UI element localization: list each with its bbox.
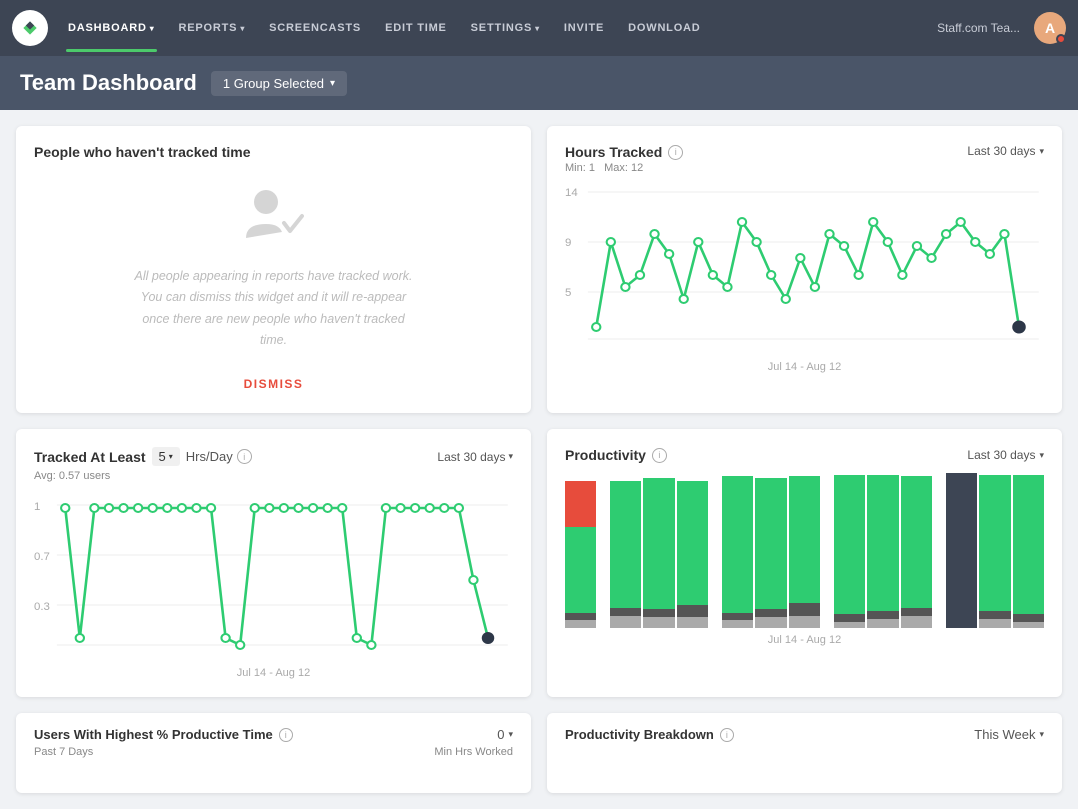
chevron-down-icon: ▾	[1039, 450, 1044, 461]
productivity-chart	[565, 473, 1044, 628]
nav-item-download[interactable]: DOWNLOAD	[618, 16, 710, 40]
people-card: People who haven't tracked time All peop…	[16, 126, 531, 413]
nav-org-name[interactable]: Staff.com Tea...	[927, 21, 1030, 35]
avatar-online-dot	[1056, 34, 1066, 44]
chevron-down-icon: ▾	[150, 24, 155, 33]
nav-item-invite[interactable]: INVITE	[554, 16, 614, 40]
breakdown-period: This Week	[974, 727, 1035, 742]
chevron-down-icon: ▾	[508, 729, 513, 740]
hours-chart: 14 9 5	[565, 184, 1044, 373]
productivity-date-range: Jul 14 - Aug 12	[565, 634, 1044, 646]
chevron-down-icon: ▾	[1039, 729, 1044, 740]
productivity-title: Productivity	[565, 447, 646, 463]
chevron-down-icon: ▾	[535, 24, 540, 33]
nav-item-edittime[interactable]: EDIT TIME	[375, 16, 457, 40]
productivity-breakdown-card: Productivity Breakdown i This Week ▾	[547, 713, 1062, 793]
dashboard-grid: People who haven't tracked time All peop…	[0, 110, 1078, 809]
info-icon-breakdown[interactable]: i	[720, 728, 734, 742]
hours-tracked-card: Hours Tracked i Last 30 days ▾ Min: 1 Ma…	[547, 126, 1062, 413]
svg-text:1: 1	[34, 501, 40, 513]
hours-date-range: Jul 14 - Aug 12	[565, 361, 1044, 373]
info-icon-users[interactable]: i	[279, 728, 293, 742]
tracked-date-range: Jul 14 - Aug 12	[34, 667, 513, 679]
chevron-down-icon: ▾	[1039, 146, 1044, 157]
svg-text:9: 9	[565, 237, 571, 249]
hours-range: Min: 1 Max: 12	[565, 162, 1044, 174]
hours-period-selector[interactable]: Last 30 days ▾	[967, 144, 1044, 158]
tracked-card: Tracked At Least 5 ▾ Hrs/Day i Last 30 d…	[16, 429, 531, 697]
nav-item-screencasts[interactable]: SCREENCASTS	[259, 16, 371, 40]
group-selector[interactable]: 1 Group Selected ▾	[211, 71, 347, 96]
nav-item-settings[interactable]: SETTINGS ▾	[461, 16, 550, 40]
tracked-unit: Hrs/Day	[186, 449, 233, 464]
tracked-value-selector[interactable]: 5 ▾	[152, 447, 180, 466]
users-productive-card: Users With Highest % Productive Time i 0…	[16, 713, 531, 793]
users-productive-title: Users With Highest % Productive Time	[34, 727, 273, 742]
tracked-title: Tracked At Least	[34, 449, 146, 465]
page-header: Team Dashboard 1 Group Selected ▾	[0, 56, 1078, 110]
svg-text:0.3: 0.3	[34, 601, 50, 613]
tracked-chart-svg: 1 0.7 0.3	[34, 490, 513, 660]
chevron-down-icon: ▾	[508, 451, 513, 462]
tracked-period: Last 30 days	[437, 450, 505, 464]
svg-text:0.7: 0.7	[34, 551, 50, 563]
min-hrs-label: Min Hrs Worked	[434, 746, 513, 758]
productivity-period-selector[interactable]: Last 30 days ▾	[967, 448, 1044, 462]
svg-text:14: 14	[565, 187, 578, 199]
info-icon-prod[interactable]: i	[652, 448, 667, 463]
users-productive-count: 0	[497, 727, 504, 742]
tracked-chart: 1 0.7 0.3	[34, 490, 513, 679]
people-card-title: People who haven't tracked time	[34, 144, 513, 160]
info-icon-tracked[interactable]: i	[237, 449, 252, 464]
hours-chart-svg: 14 9 5	[565, 184, 1044, 354]
productivity-card: Productivity i Last 30 days ▾	[547, 429, 1062, 697]
info-icon[interactable]: i	[668, 145, 683, 160]
page-title: Team Dashboard	[20, 70, 197, 96]
nav-logo[interactable]	[12, 10, 48, 46]
logo-icon	[20, 18, 40, 38]
dismiss-button[interactable]: DISMISS	[236, 373, 312, 395]
productivity-breakdown-title: Productivity Breakdown	[565, 727, 714, 742]
person-check-icon	[244, 188, 304, 248]
tracked-avg: Avg: 0.57 users	[34, 470, 513, 482]
users-productive-subtitle: Past 7 Days	[34, 746, 93, 758]
top-nav: DASHBOARD ▾ REPORTS ▾ SCREENCASTS EDIT T…	[0, 0, 1078, 56]
chevron-down-icon: ▾	[169, 452, 173, 461]
nav-item-dashboard[interactable]: DASHBOARD ▾	[58, 16, 165, 40]
svg-text:5: 5	[565, 287, 571, 299]
nav-avatar[interactable]: A	[1034, 12, 1066, 44]
chevron-down-icon: ▾	[330, 78, 335, 89]
hours-tracked-title: Hours Tracked	[565, 144, 662, 160]
chevron-down-icon: ▾	[240, 24, 245, 33]
nav-item-reports[interactable]: REPORTS ▾	[169, 16, 256, 40]
people-card-body: All people appearing in reports have tra…	[129, 266, 419, 351]
